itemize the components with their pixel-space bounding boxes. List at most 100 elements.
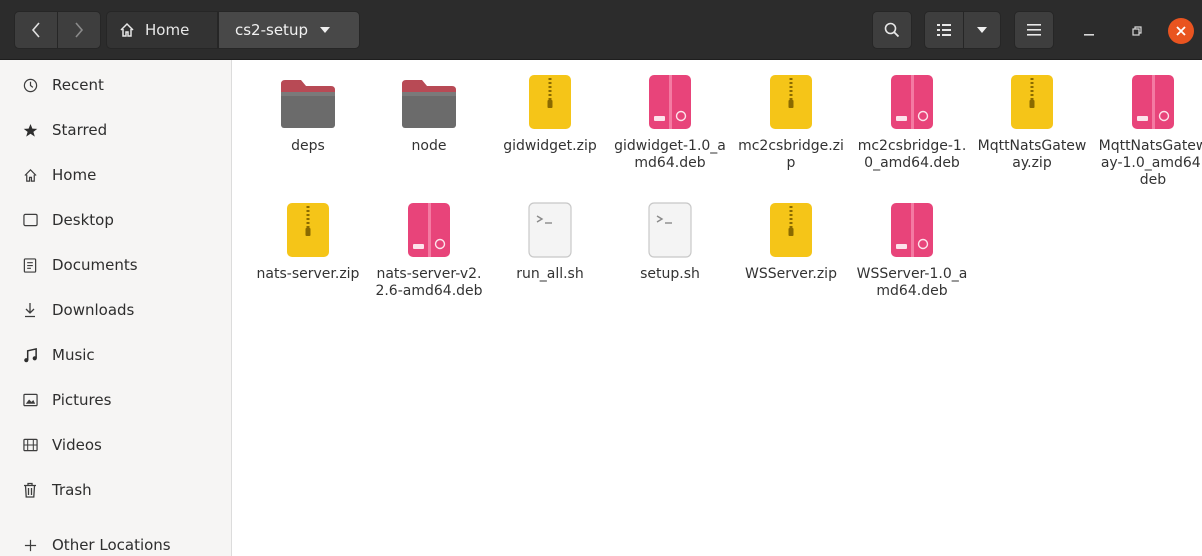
sidebar-item-label: Home [52, 166, 97, 184]
sidebar-item-label: Music [52, 346, 95, 364]
chevron-left-icon [31, 22, 40, 38]
deb-package-icon [640, 70, 700, 130]
sidebar-item-label: Starred [52, 121, 108, 139]
search-button[interactable] [872, 11, 912, 49]
sidebar-item-label: Trash [52, 481, 92, 499]
places-sidebar: Recent Starred Home Desktop Documents Do… [0, 60, 232, 556]
breadcrumb-current[interactable]: cs2-setup [218, 11, 360, 49]
shell-script-icon [520, 198, 580, 258]
sidebar-item-recent[interactable]: Recent [0, 65, 231, 105]
file-name: deps [291, 138, 325, 154]
back-button[interactable] [14, 11, 58, 49]
document-icon [22, 257, 38, 273]
zip-archive-icon [278, 198, 338, 258]
deb-package-icon [882, 70, 942, 130]
sidebar-item-label: Other Locations [52, 536, 171, 554]
close-button[interactable] [1168, 18, 1194, 44]
sidebar-item-pictures[interactable]: Pictures [0, 380, 231, 420]
home-icon [120, 22, 134, 37]
minimize-icon [1084, 34, 1094, 36]
sidebar-item-music[interactable]: Music [0, 335, 231, 375]
close-icon [1176, 26, 1186, 36]
file-name: mc2csbridge-1.0_amd64.deb [857, 138, 967, 171]
restore-icon [1132, 26, 1142, 36]
file-name: run_all.sh [516, 266, 584, 282]
file-name: mc2csbridge.zip [738, 138, 844, 171]
forward-button[interactable] [57, 11, 101, 49]
file-name: MqttNatsGateway.zip [977, 138, 1087, 171]
caret-down-icon [319, 27, 330, 33]
list-view-button[interactable] [924, 11, 964, 49]
music-icon [22, 347, 38, 363]
sidebar-item-documents[interactable]: Documents [0, 245, 231, 285]
file-item[interactable]: deps [248, 64, 368, 194]
file-item[interactable]: setup.sh [610, 192, 730, 322]
file-item[interactable]: MqttNatsGateway.zip [972, 64, 1092, 194]
file-view: deps node gidwidget.zip gidwidget-1.0_am… [232, 60, 1202, 556]
header-bar: Home cs2-setup [0, 0, 1202, 60]
sidebar-item-label: Documents [52, 256, 138, 274]
sidebar-item-downloads[interactable]: Downloads [0, 290, 231, 330]
file-name: gidwidget-1.0_amd64.deb [614, 138, 726, 171]
file-item[interactable]: nats-server.zip [248, 192, 368, 322]
file-name: WSServer-1.0_amd64.deb [856, 266, 968, 299]
sidebar-item-starred[interactable]: Starred [0, 110, 231, 150]
sidebar-item-home[interactable]: Home [0, 155, 231, 195]
desktop-icon [22, 212, 38, 228]
zip-archive-icon [520, 70, 580, 130]
caret-down-icon [977, 27, 987, 33]
trash-icon [22, 482, 38, 498]
sidebar-item-label: Downloads [52, 301, 135, 319]
file-name: setup.sh [640, 266, 700, 282]
breadcrumb-home[interactable]: Home [106, 11, 218, 49]
file-item[interactable]: gidwidget.zip [490, 64, 610, 194]
file-item[interactable]: node [369, 64, 489, 194]
main-menu-button[interactable] [1014, 11, 1054, 49]
picture-icon [22, 392, 38, 408]
chevron-right-icon [75, 22, 84, 38]
home-icon [22, 167, 38, 183]
sidebar-item-label: Pictures [52, 391, 112, 409]
list-view-icon [937, 24, 951, 36]
plus-icon [22, 537, 38, 553]
zip-archive-icon [761, 198, 821, 258]
file-name: MqttNatsGateway-1.0_amd64.deb [1098, 138, 1202, 188]
file-item[interactable]: mc2csbridge.zip [731, 64, 851, 194]
view-options-button[interactable] [963, 11, 1001, 49]
sidebar-item-label: Recent [52, 76, 104, 94]
sidebar-item-label: Desktop [52, 211, 114, 229]
sidebar-item-label: Videos [52, 436, 102, 454]
sidebar-item-trash[interactable]: Trash [0, 470, 231, 510]
file-item[interactable]: gidwidget-1.0_amd64.deb [610, 64, 730, 194]
file-item[interactable]: WSServer.zip [731, 192, 851, 322]
hamburger-icon [1027, 24, 1041, 36]
file-name: WSServer.zip [745, 266, 837, 282]
deb-package-icon [1123, 70, 1183, 130]
deb-package-icon [399, 198, 459, 258]
minimize-button[interactable] [1076, 18, 1102, 44]
file-item[interactable]: WSServer-1.0_amd64.deb [852, 192, 972, 322]
file-item[interactable]: mc2csbridge-1.0_amd64.deb [852, 64, 972, 194]
file-item[interactable]: run_all.sh [490, 192, 610, 322]
zip-archive-icon [1002, 70, 1062, 130]
video-icon [22, 437, 38, 453]
breadcrumb-home-label: Home [145, 21, 190, 39]
star-icon [22, 122, 38, 138]
sidebar-item-desktop[interactable]: Desktop [0, 200, 231, 240]
search-icon [884, 22, 900, 38]
sidebar-item-other-locations[interactable]: Other Locations [0, 525, 231, 556]
sidebar-item-videos[interactable]: Videos [0, 425, 231, 465]
file-name: gidwidget.zip [503, 138, 597, 154]
deb-package-icon [882, 198, 942, 258]
folder-icon [278, 70, 338, 130]
zip-archive-icon [761, 70, 821, 130]
maximize-button[interactable] [1124, 18, 1150, 44]
file-item[interactable]: MqttNatsGateway-1.0_amd64.deb [1093, 64, 1202, 194]
file-name: nats-server-v2.2.6-amd64.deb [375, 266, 483, 299]
breadcrumb-current-label: cs2-setup [235, 21, 308, 39]
file-item[interactable]: nats-server-v2.2.6-amd64.deb [369, 192, 489, 322]
folder-icon [399, 70, 459, 130]
clock-icon [22, 77, 38, 93]
file-name: node [411, 138, 447, 154]
download-icon [22, 302, 38, 318]
